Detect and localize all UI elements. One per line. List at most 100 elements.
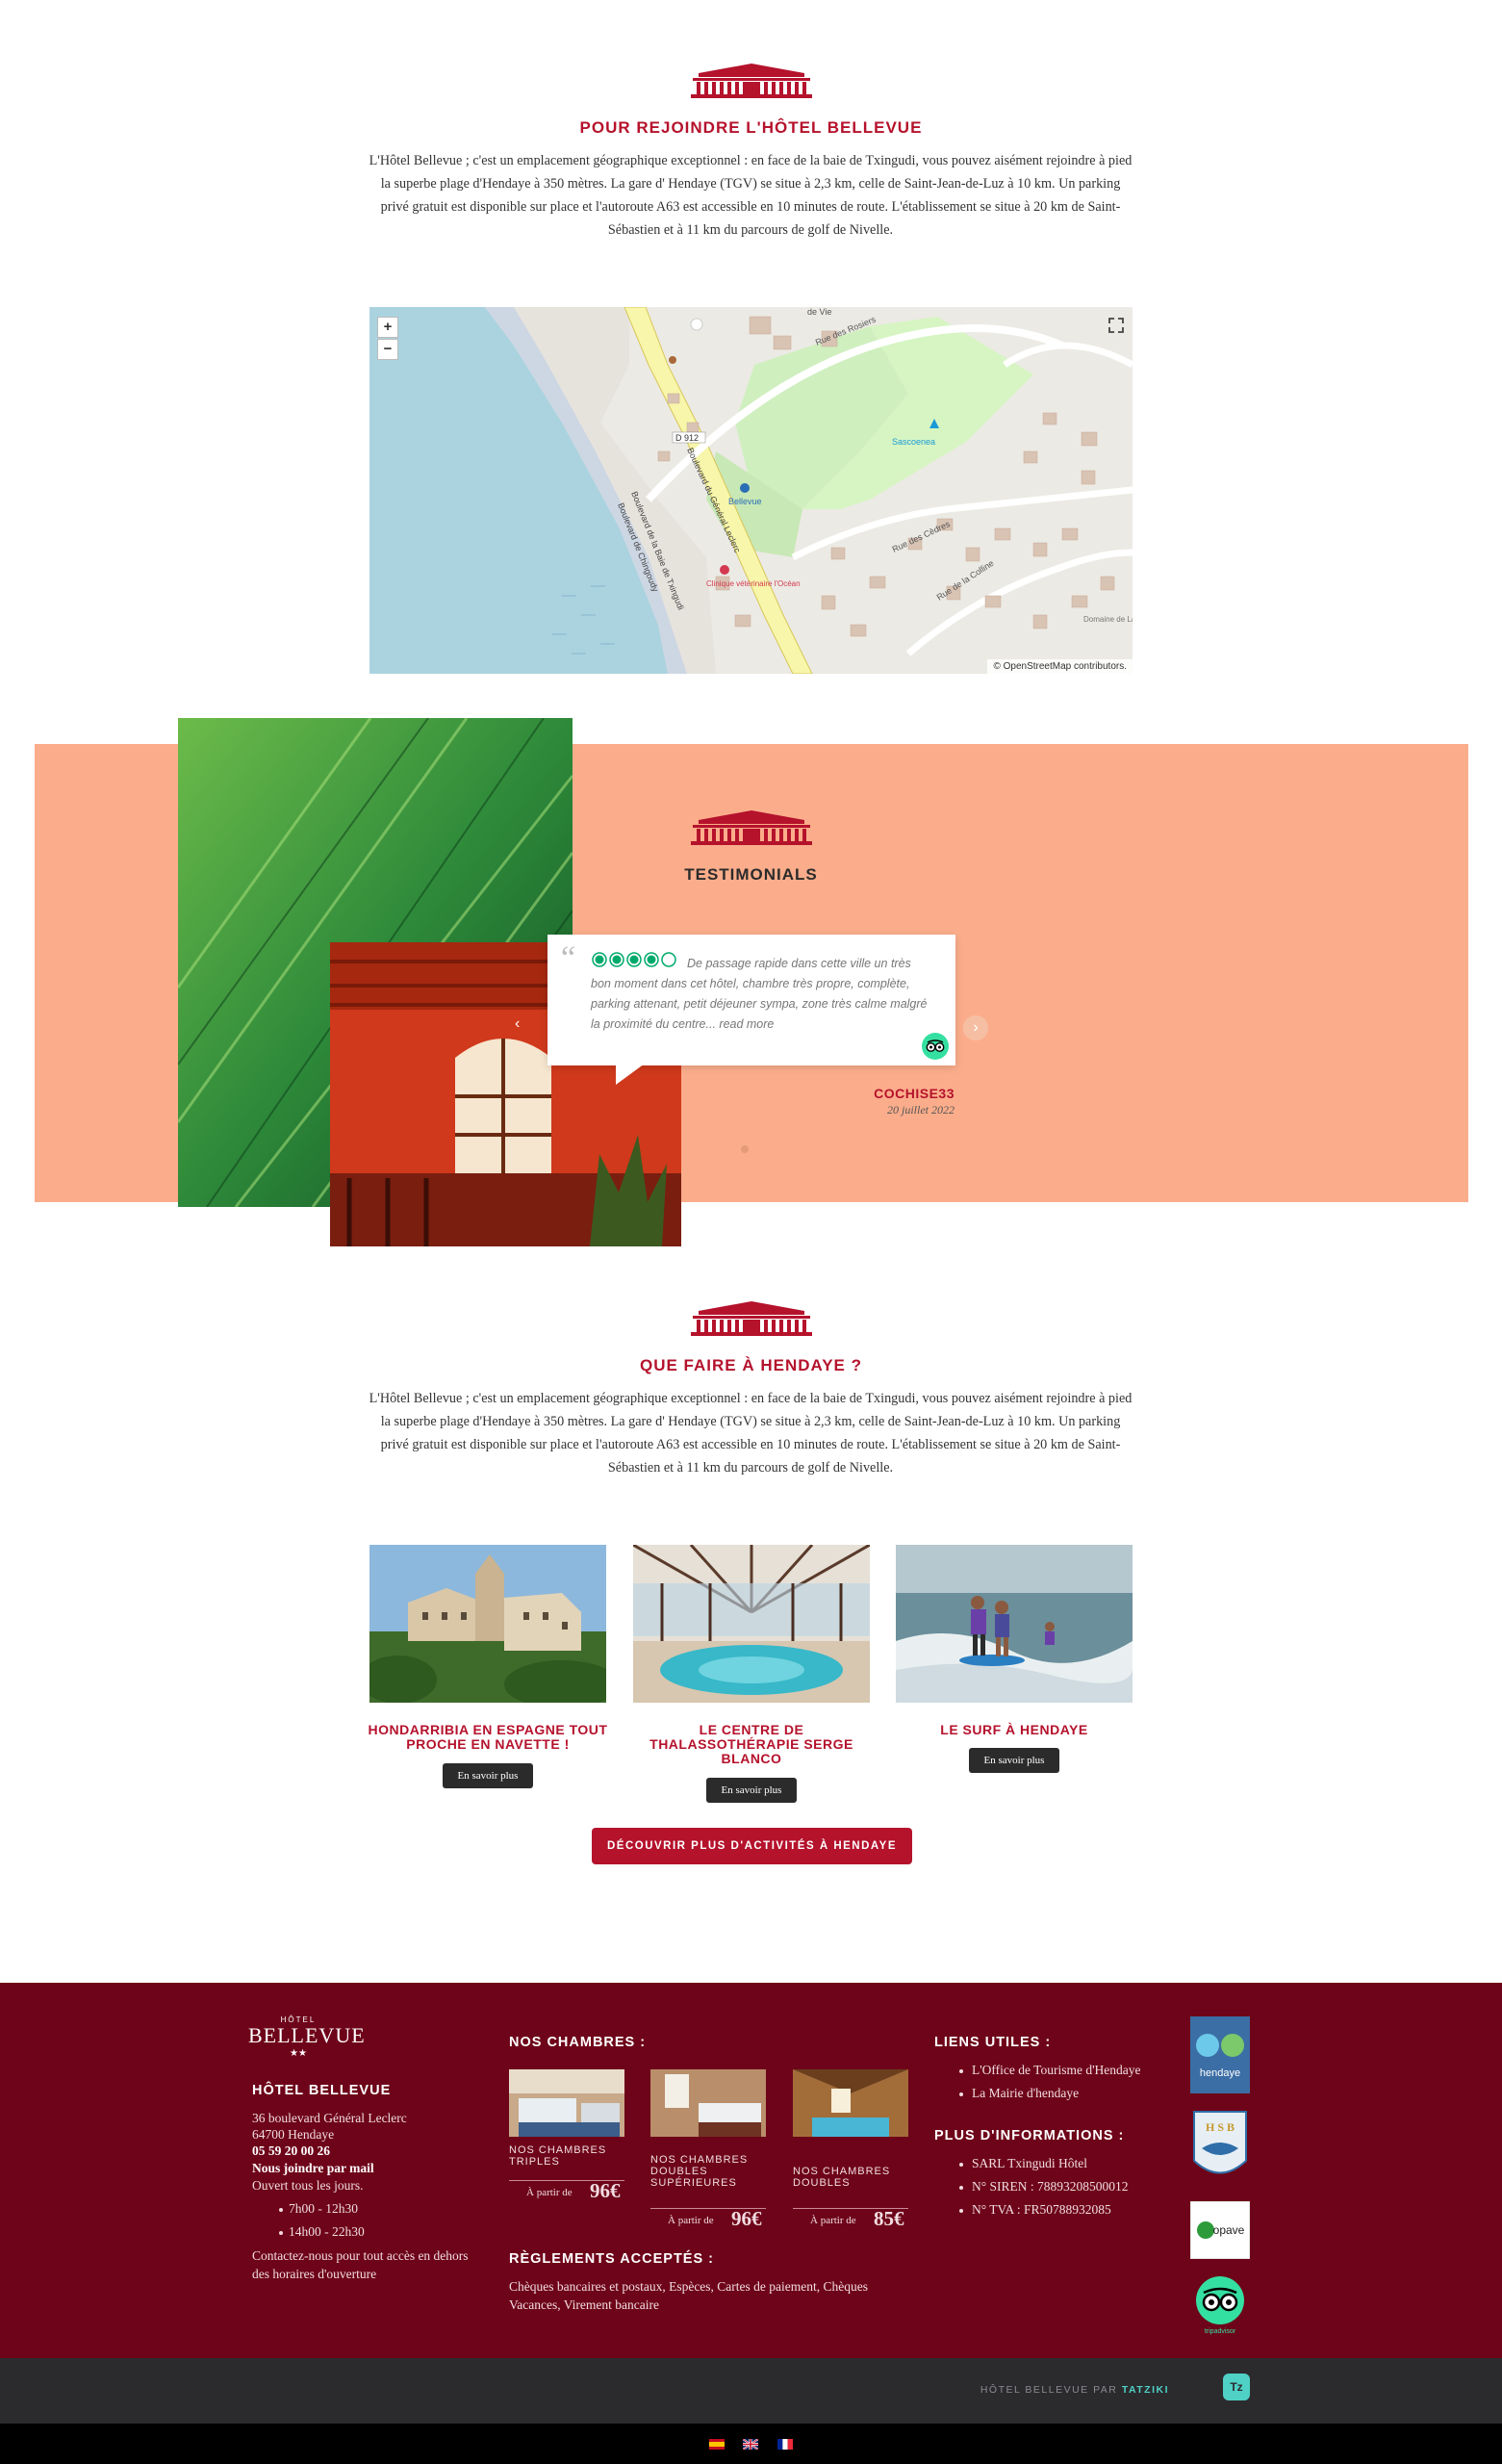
footer-open: Ouvert tous les jours. — [252, 2178, 364, 2193]
map-label-d912: D 912 — [675, 433, 699, 443]
footer-info-company: SARL Txingudi Hôtel — [972, 2156, 1088, 2170]
bullet-icon — [959, 2186, 963, 2190]
footer-payment-text: Chèques bancaires et postaux, Espèces, C… — [509, 2279, 869, 2312]
bullet-icon — [959, 2163, 963, 2167]
review-author: COCHISE33 — [874, 1086, 955, 1101]
poi-icon — [669, 356, 676, 364]
map-zoom-in-button[interactable]: + — [377, 317, 398, 338]
footer-hours-1: 7h00 - 12h30 — [289, 2201, 358, 2216]
footer-logo-big[interactable]: BELLEVUE — [248, 2023, 365, 2048]
activity-button-thalasso[interactable]: En savoir plus — [706, 1778, 797, 1803]
room-amount-doubles: 85€ — [874, 2207, 904, 2230]
room-image-doubles[interactable] — [793, 2069, 908, 2137]
read-more-link[interactable]: read more — [719, 1017, 774, 1031]
map-zoom-out-button[interactable]: − — [377, 339, 398, 360]
opave-badge-icon[interactable]: opave — [1190, 2201, 1250, 2259]
review-date: 20 juillet 2022 — [887, 1103, 955, 1116]
activity-title-surf[interactable]: LE SURF À HENDAYE — [889, 1723, 1139, 1737]
activity-title-thalasso[interactable]: LE CENTRE DE THALASSOTHÉRAPIE SERGE BLAN… — [626, 1723, 877, 1766]
room-label-doubles-sup[interactable]: NOS CHAMBRES DOUBLES SUPÉRIEURES — [650, 2154, 766, 2189]
discover-activities-button[interactable]: DÉCOUVRIR PLUS D'ACTIVITÉS À HENDAYE — [592, 1828, 912, 1864]
footer-mail-link[interactable]: Nous joindre par mail — [252, 2159, 374, 2177]
tripadvisor-icon[interactable] — [922, 1033, 949, 1060]
room-price-doubles-sup: À partir de 96€ — [650, 2207, 766, 2231]
activity-button-hondarribia[interactable]: En savoir plus — [443, 1763, 533, 1788]
map-label-bellevue: Bellevue — [728, 497, 762, 506]
map-label-clinique: Clinique vétérinaire l'Océan — [706, 579, 801, 588]
room-from-doubles-sup: À partir de — [668, 2215, 714, 2226]
room-image-triples[interactable] — [509, 2069, 624, 2137]
bullet-icon — [279, 2208, 283, 2212]
directions-paragraph: L'Hôtel Bellevue ; c'est un emplacement … — [369, 153, 1133, 238]
room-amount-triples: 96€ — [590, 2179, 621, 2202]
activities-paragraph: L'Hôtel Bellevue ; c'est un emplacement … — [369, 1391, 1133, 1476]
map-attribution[interactable]: © OpenStreetMap contributors. — [987, 659, 1133, 674]
thalasso-image[interactable] — [633, 1545, 870, 1703]
bullet-icon — [959, 2092, 963, 2096]
credits-bar — [0, 2358, 1502, 2424]
tripadvisor-badge-text: tripadvisor — [1205, 2328, 1236, 2335]
hsb-badge-icon[interactable]: H S B — [1190, 2108, 1250, 2185]
quote-icon: “ — [561, 940, 576, 976]
footer-links-heading: LIENS UTILES : — [934, 2035, 1052, 2050]
footer-link-mairie[interactable]: La Mairie d'hendaye — [972, 2084, 1079, 2102]
room-from-doubles: À partir de — [810, 2215, 856, 2226]
credits-brand-link[interactable]: TATZIKI — [1122, 2384, 1169, 2396]
room-image-doubles-sup[interactable] — [650, 2069, 766, 2137]
footer-phone[interactable]: 05 59 20 00 26 — [252, 2142, 330, 2160]
testimonials-logo-icon — [691, 810, 812, 845]
room-price-doubles: À partir de 85€ — [793, 2207, 908, 2231]
review-card-pointer — [616, 1064, 645, 1085]
footer-logo-stars: ★★ — [290, 2048, 307, 2059]
hondarribia-image[interactable] — [369, 1545, 606, 1703]
section-title-directions: POUR REJOINDRE L'HÔTEL BELLEVUE — [579, 118, 923, 137]
footer-hotel-heading: HÔTEL BELLEVUE — [252, 2083, 392, 2098]
carousel-next-icon[interactable]: › — [963, 1015, 988, 1040]
hotel-building-logo-icon — [691, 64, 812, 98]
opave-badge-text: opave — [1213, 2223, 1245, 2237]
credits-label: HÔTEL BELLEVUE PAR — [980, 2384, 1118, 2396]
location-map[interactable]: D 912 Rue des Rosiers de Vie Boulevard d… — [369, 307, 1133, 674]
veterinary-icon — [720, 565, 729, 575]
hendaye-badge-text: hendaye — [1200, 2067, 1240, 2079]
footer-hours-2: 14h00 - 22h30 — [289, 2224, 365, 2239]
footer-info-tva: N° TVA : FR50788932085 — [972, 2202, 1111, 2217]
room-price-triples: À partir de 96€ — [509, 2179, 624, 2203]
map-canvas[interactable]: D 912 Rue des Rosiers de Vie Boulevard d… — [369, 307, 1133, 674]
fullscreen-icon[interactable] — [1107, 317, 1125, 334]
map-label-domaine: Domaine de Larreun — [1083, 615, 1133, 624]
activity-title-hondarribia[interactable]: HONDARRIBIA EN ESPAGNE TOUT PROCHE EN NA… — [363, 1723, 613, 1752]
hotel-pin-icon — [740, 483, 750, 493]
bullet-icon — [279, 2231, 283, 2235]
map-label-sascoenea: Sascoenea — [892, 437, 935, 447]
hsb-badge-text: H S B — [1206, 2120, 1235, 2134]
carousel-dot[interactable] — [741, 1145, 749, 1153]
tripadvisor-badge-icon[interactable]: tripadvisor — [1190, 2273, 1250, 2337]
hendaye-badge-icon[interactable]: hendaye — [1190, 2016, 1250, 2093]
carousel-prev-icon[interactable]: ‹ — [515, 1015, 520, 1033]
bullet-icon — [959, 2209, 963, 2213]
room-label-doubles[interactable]: NOS CHAMBRES DOUBLES — [793, 2166, 908, 2189]
footer-info-heading: PLUS D'INFORMATIONS : — [934, 2128, 1125, 2143]
surf-image[interactable] — [896, 1545, 1133, 1703]
flag-es-icon[interactable] — [709, 2439, 725, 2450]
room-label-triples[interactable]: NOS CHAMBRES TRIPLES — [509, 2144, 624, 2168]
testimonials-title: TESTIMONIALS — [684, 865, 818, 884]
flag-uk-icon[interactable] — [743, 2439, 758, 2450]
activities-logo-icon — [691, 1301, 812, 1336]
footer-info-siren: N° SIREN : 78893208500012 — [972, 2179, 1129, 2194]
map-label-vie: de Vie — [807, 307, 831, 317]
tatziki-logo-icon[interactable]: Tz — [1223, 2374, 1250, 2400]
section-title-activities: QUE FAIRE À HENDAYE ? — [639, 1356, 863, 1374]
room-amount-doubles-sup: 96€ — [731, 2207, 762, 2230]
bullet-icon — [959, 2069, 963, 2073]
footer-payment-heading: RÈGLEMENTS ACCEPTÉS : — [509, 2251, 715, 2267]
footer-link-tourisme[interactable]: L'Office de Tourisme d'Hendaye — [972, 2061, 1141, 2079]
review-card: “ De passage rapide dans cette ville un … — [547, 935, 955, 1065]
footer-contact-note: Contactez-nous pour tout accès en dehors… — [252, 2248, 469, 2281]
review-text: De passage rapide dans cette ville un tr… — [591, 954, 928, 1035]
flag-fr-icon[interactable] — [777, 2439, 793, 2450]
activity-button-surf[interactable]: En savoir plus — [969, 1748, 1059, 1773]
footer-rooms-heading: NOS CHAMBRES : — [509, 2035, 647, 2050]
room-from-triples: À partir de — [526, 2187, 573, 2198]
